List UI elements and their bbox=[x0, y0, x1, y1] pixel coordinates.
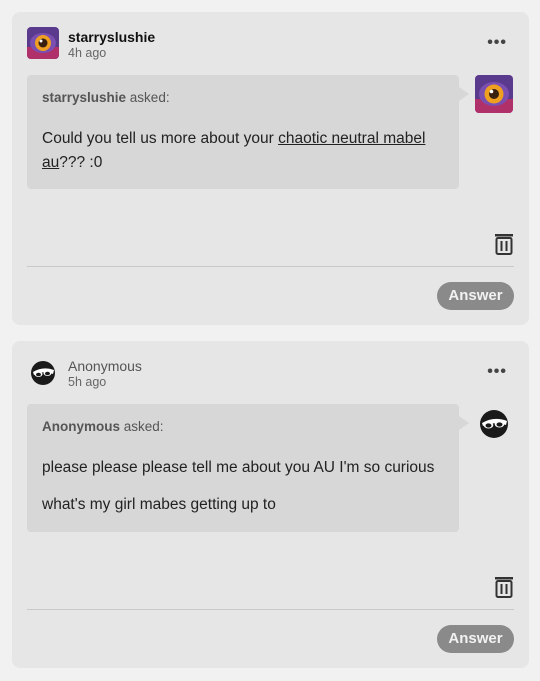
author-name[interactable]: starryslushie bbox=[68, 29, 155, 45]
more-options-button[interactable]: ••• bbox=[487, 34, 507, 52]
asker-line: starryslushie asked: bbox=[42, 90, 170, 105]
asked-label: asked: bbox=[120, 419, 164, 434]
question-bubble: starryslushie asked: Could you tell us m… bbox=[27, 75, 469, 189]
purple-eye-avatar-icon bbox=[27, 27, 59, 59]
asked-label: asked: bbox=[126, 90, 170, 105]
author-avatar[interactable] bbox=[27, 27, 59, 59]
purple-eye-avatar-icon bbox=[475, 75, 513, 113]
ask-card-2: Anonymous 5h ago ••• Anonymous asked: pl… bbox=[12, 341, 529, 668]
sunglasses-avatar-icon bbox=[27, 356, 59, 388]
asker-name: Anonymous bbox=[42, 419, 121, 434]
author-name[interactable]: Anonymous bbox=[68, 358, 142, 374]
trash-icon bbox=[495, 234, 513, 255]
delete-button[interactable] bbox=[494, 233, 514, 255]
delete-button[interactable] bbox=[494, 576, 514, 598]
author-avatar[interactable] bbox=[27, 356, 59, 388]
question-bubble: Anonymous asked: please please please te… bbox=[27, 404, 469, 532]
post-time: 4h ago bbox=[68, 46, 107, 60]
post-time: 5h ago bbox=[68, 375, 107, 389]
question-suffix: ??? :0 bbox=[59, 154, 103, 171]
trash-icon bbox=[495, 577, 513, 598]
asker-line: Anonymous asked: bbox=[42, 419, 164, 434]
question-text-line-2: what's my girl mabes getting up to bbox=[42, 496, 276, 513]
question-text-line-1: please please please tell me about you A… bbox=[42, 459, 435, 476]
question-prefix: Could you tell us more about your bbox=[42, 130, 279, 147]
ask-card-1: starryslushie 4h ago ••• starryslushie a… bbox=[12, 12, 529, 325]
divider bbox=[27, 609, 514, 610]
asker-avatar[interactable] bbox=[475, 75, 513, 113]
answer-button[interactable]: Answer bbox=[437, 282, 514, 310]
divider bbox=[27, 266, 514, 267]
answer-button[interactable]: Answer bbox=[437, 625, 514, 653]
more-options-button[interactable]: ••• bbox=[487, 363, 507, 381]
question-text: Could you tell us more about your chaoti… bbox=[42, 127, 439, 175]
asker-name[interactable]: starryslushie bbox=[42, 90, 126, 105]
asker-avatar bbox=[475, 404, 513, 442]
sunglasses-avatar-icon bbox=[475, 404, 513, 442]
